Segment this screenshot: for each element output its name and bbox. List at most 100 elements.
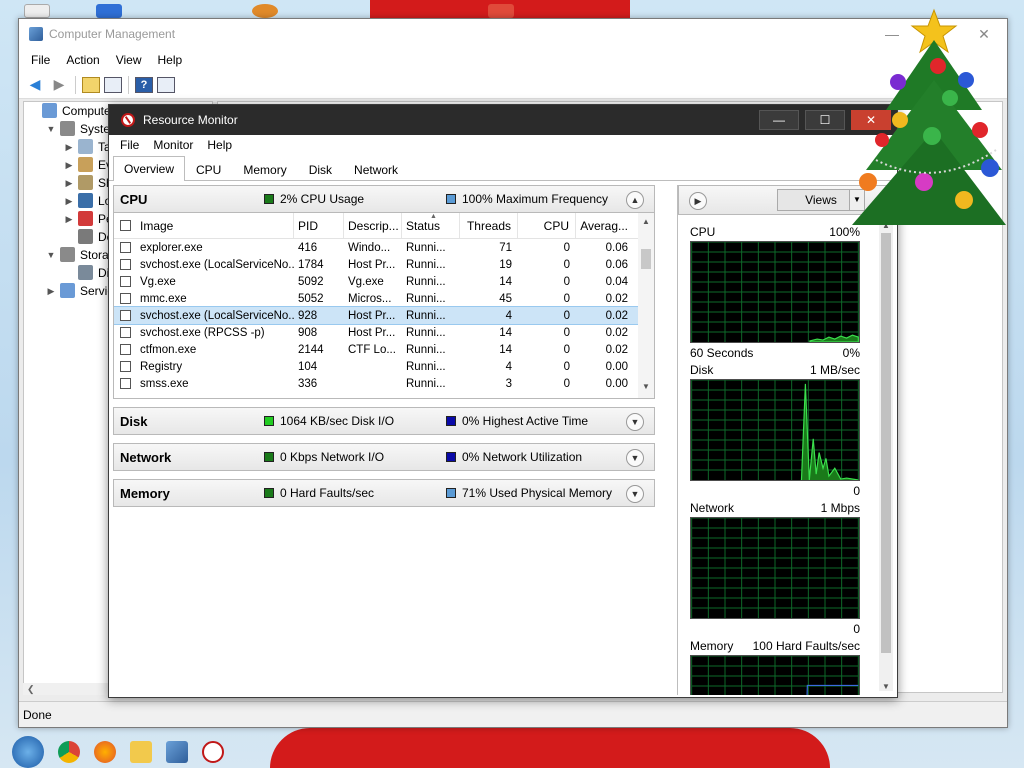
computer-management-taskbar-icon[interactable] [166, 741, 188, 763]
process-checkbox[interactable] [114, 375, 136, 392]
minimize-button[interactable]: — [759, 110, 799, 130]
process-checkbox[interactable] [114, 324, 136, 341]
file-explorer-icon[interactable] [130, 741, 152, 763]
collapse-panel-icon[interactable]: ▶ [689, 192, 707, 210]
tab-disk[interactable]: Disk [298, 158, 343, 180]
cpu-usage-trace [809, 334, 859, 342]
desktop-icon[interactable] [24, 4, 50, 18]
column-average-cpu[interactable]: Averag... [576, 213, 634, 238]
back-arrow-icon[interactable]: ◀ [25, 75, 45, 95]
tab-network[interactable]: Network [343, 158, 409, 180]
resource-monitor-taskbar-icon[interactable] [202, 741, 224, 763]
process-row[interactable]: ctfmon.exe 2144 CTF Lo... Runni... 14 0 0.02 [114, 341, 654, 358]
column-cpu[interactable]: CPU [518, 213, 576, 238]
collapse-chevron-icon[interactable]: ▲ [626, 191, 644, 209]
graph-panel-scrollbar[interactable]: ▲ ▼ [879, 221, 893, 691]
menu-file[interactable]: File [23, 53, 58, 67]
process-checkbox[interactable] [114, 307, 136, 324]
expand-chevron-icon[interactable]: ▼ [626, 413, 644, 431]
close-button[interactable]: ✕ [851, 110, 891, 130]
scroll-thumb[interactable] [881, 233, 891, 653]
process-row[interactable]: smss.exe 336 Runni... 3 0 0.00 [114, 375, 654, 392]
scroll-up-icon[interactable]: ▲ [638, 217, 654, 231]
scroll-thumb[interactable] [641, 249, 651, 269]
scroll-up-icon[interactable]: ▲ [879, 221, 893, 230]
process-status: Runni... [406, 326, 446, 339]
table-vertical-scrollbar[interactable]: ▲ ▼ [638, 213, 654, 398]
process-row[interactable]: Registry 104 Runni... 4 0 0.00 [114, 358, 654, 375]
collapsed-chevron-icon[interactable]: ▶ [64, 192, 74, 210]
process-checkbox[interactable] [114, 358, 136, 375]
cm-title-bar[interactable]: Computer Management — ☐ ✕ [19, 19, 1007, 49]
tab-overview[interactable]: Overview [113, 156, 186, 181]
select-all-checkbox[interactable] [114, 213, 136, 238]
process-image: ctfmon.exe [140, 343, 197, 356]
process-row[interactable]: mmc.exe 5052 Micros... Runni... 45 0 0.02 [114, 290, 654, 307]
menu-monitor[interactable]: Monitor [146, 138, 200, 152]
column-image[interactable]: Image [136, 213, 294, 238]
desktop-icon[interactable] [252, 4, 278, 18]
disk-active-swatch [446, 416, 456, 426]
process-cpu: 0 [563, 241, 570, 254]
rm-title-bar[interactable]: Resource Monitor — ☐ ✕ [109, 105, 897, 135]
tab-cpu[interactable]: CPU [185, 158, 232, 180]
maximize-button[interactable]: ☐ [915, 19, 961, 49]
cpu-section-header[interactable]: CPU 2% CPU Usage 100% Maximum Frequency … [113, 185, 655, 213]
process-row[interactable]: svchost.exe (LocalServiceNo... 928 Host Pr… [114, 306, 654, 325]
process-row[interactable]: svchost.exe (LocalServiceNo... 1784 Host P… [114, 256, 654, 273]
maximize-button[interactable]: ☐ [805, 110, 845, 130]
collapsed-chevron-icon[interactable]: ▶ [64, 174, 74, 192]
network-section-header[interactable]: Network 0 Kbps Network I/O 0% Network Ut… [113, 443, 655, 471]
help-icon[interactable]: ? [135, 76, 153, 93]
column-threads[interactable]: Threads [460, 213, 518, 238]
desktop-icon[interactable] [96, 4, 122, 18]
disk-section-header[interactable]: Disk 1064 KB/sec Disk I/O 0% Highest Act… [113, 407, 655, 435]
scroll-down-icon[interactable]: ▼ [879, 682, 893, 691]
minimize-button[interactable]: — [869, 19, 915, 49]
tab-memory[interactable]: Memory [232, 158, 297, 180]
collapsed-chevron-icon[interactable]: ▶ [64, 156, 74, 174]
column-pid[interactable]: PID [294, 213, 344, 238]
menu-help[interactable]: Help [150, 53, 191, 67]
menu-view[interactable]: View [108, 53, 150, 67]
memory-section-header[interactable]: Memory 0 Hard Faults/sec 71% Used Physic… [113, 479, 655, 507]
expanded-chevron-icon[interactable]: ▼ [46, 246, 56, 264]
cpu-graph-min: 0% [842, 346, 860, 360]
cpu-usage-stat: 2% CPU Usage [264, 192, 446, 206]
menu-file[interactable]: File [113, 138, 146, 152]
process-row[interactable]: explorer.exe 416 Windo... Runni... 71 0 0.06 [114, 239, 654, 256]
collapsed-chevron-icon[interactable]: ▶ [64, 138, 74, 156]
forward-arrow-icon[interactable]: ▶ [49, 75, 69, 95]
cpu-graph-max: 100% [829, 225, 860, 239]
desktop-icon[interactable] [488, 4, 514, 18]
start-button-icon[interactable] [12, 736, 44, 768]
network-graph-max: 1 Mbps [820, 501, 860, 515]
firefox-icon[interactable] [94, 741, 116, 763]
expand-chevron-icon[interactable]: ▼ [626, 449, 644, 467]
up-folder-icon[interactable] [82, 76, 100, 93]
process-threads: 19 [499, 258, 512, 271]
expanded-chevron-icon[interactable]: ▼ [46, 120, 56, 138]
process-checkbox[interactable] [114, 290, 136, 307]
scroll-down-icon[interactable]: ▼ [638, 382, 654, 396]
collapsed-chevron-icon[interactable]: ▶ [46, 282, 56, 300]
menu-help[interactable]: Help [200, 138, 239, 152]
process-pid: 1784 [298, 258, 324, 271]
menu-action[interactable]: Action [58, 53, 107, 67]
show-hide-tree-icon[interactable] [104, 76, 122, 93]
properties-icon[interactable] [157, 76, 175, 93]
collapsed-chevron-icon[interactable]: ▶ [64, 210, 74, 228]
column-description[interactable]: Descrip... [344, 213, 402, 238]
process-checkbox[interactable] [114, 341, 136, 358]
process-checkbox[interactable] [114, 273, 136, 290]
process-checkbox[interactable] [114, 256, 136, 273]
process-checkbox[interactable] [114, 239, 136, 256]
process-threads: 14 [499, 343, 512, 356]
process-row[interactable]: svchost.exe (RPCSS -p) 908 Host Pr... Runni… [114, 324, 654, 341]
views-dropdown-icon[interactable]: ▼ [849, 189, 865, 211]
expand-chevron-icon[interactable]: ▼ [626, 485, 644, 503]
process-average-cpu: 0.02 [605, 343, 628, 356]
close-button[interactable]: ✕ [961, 19, 1007, 49]
chrome-icon[interactable] [58, 741, 80, 763]
process-row[interactable]: Vg.exe 5092 Vg.exe Runni... 14 0 0.04 [114, 273, 654, 290]
